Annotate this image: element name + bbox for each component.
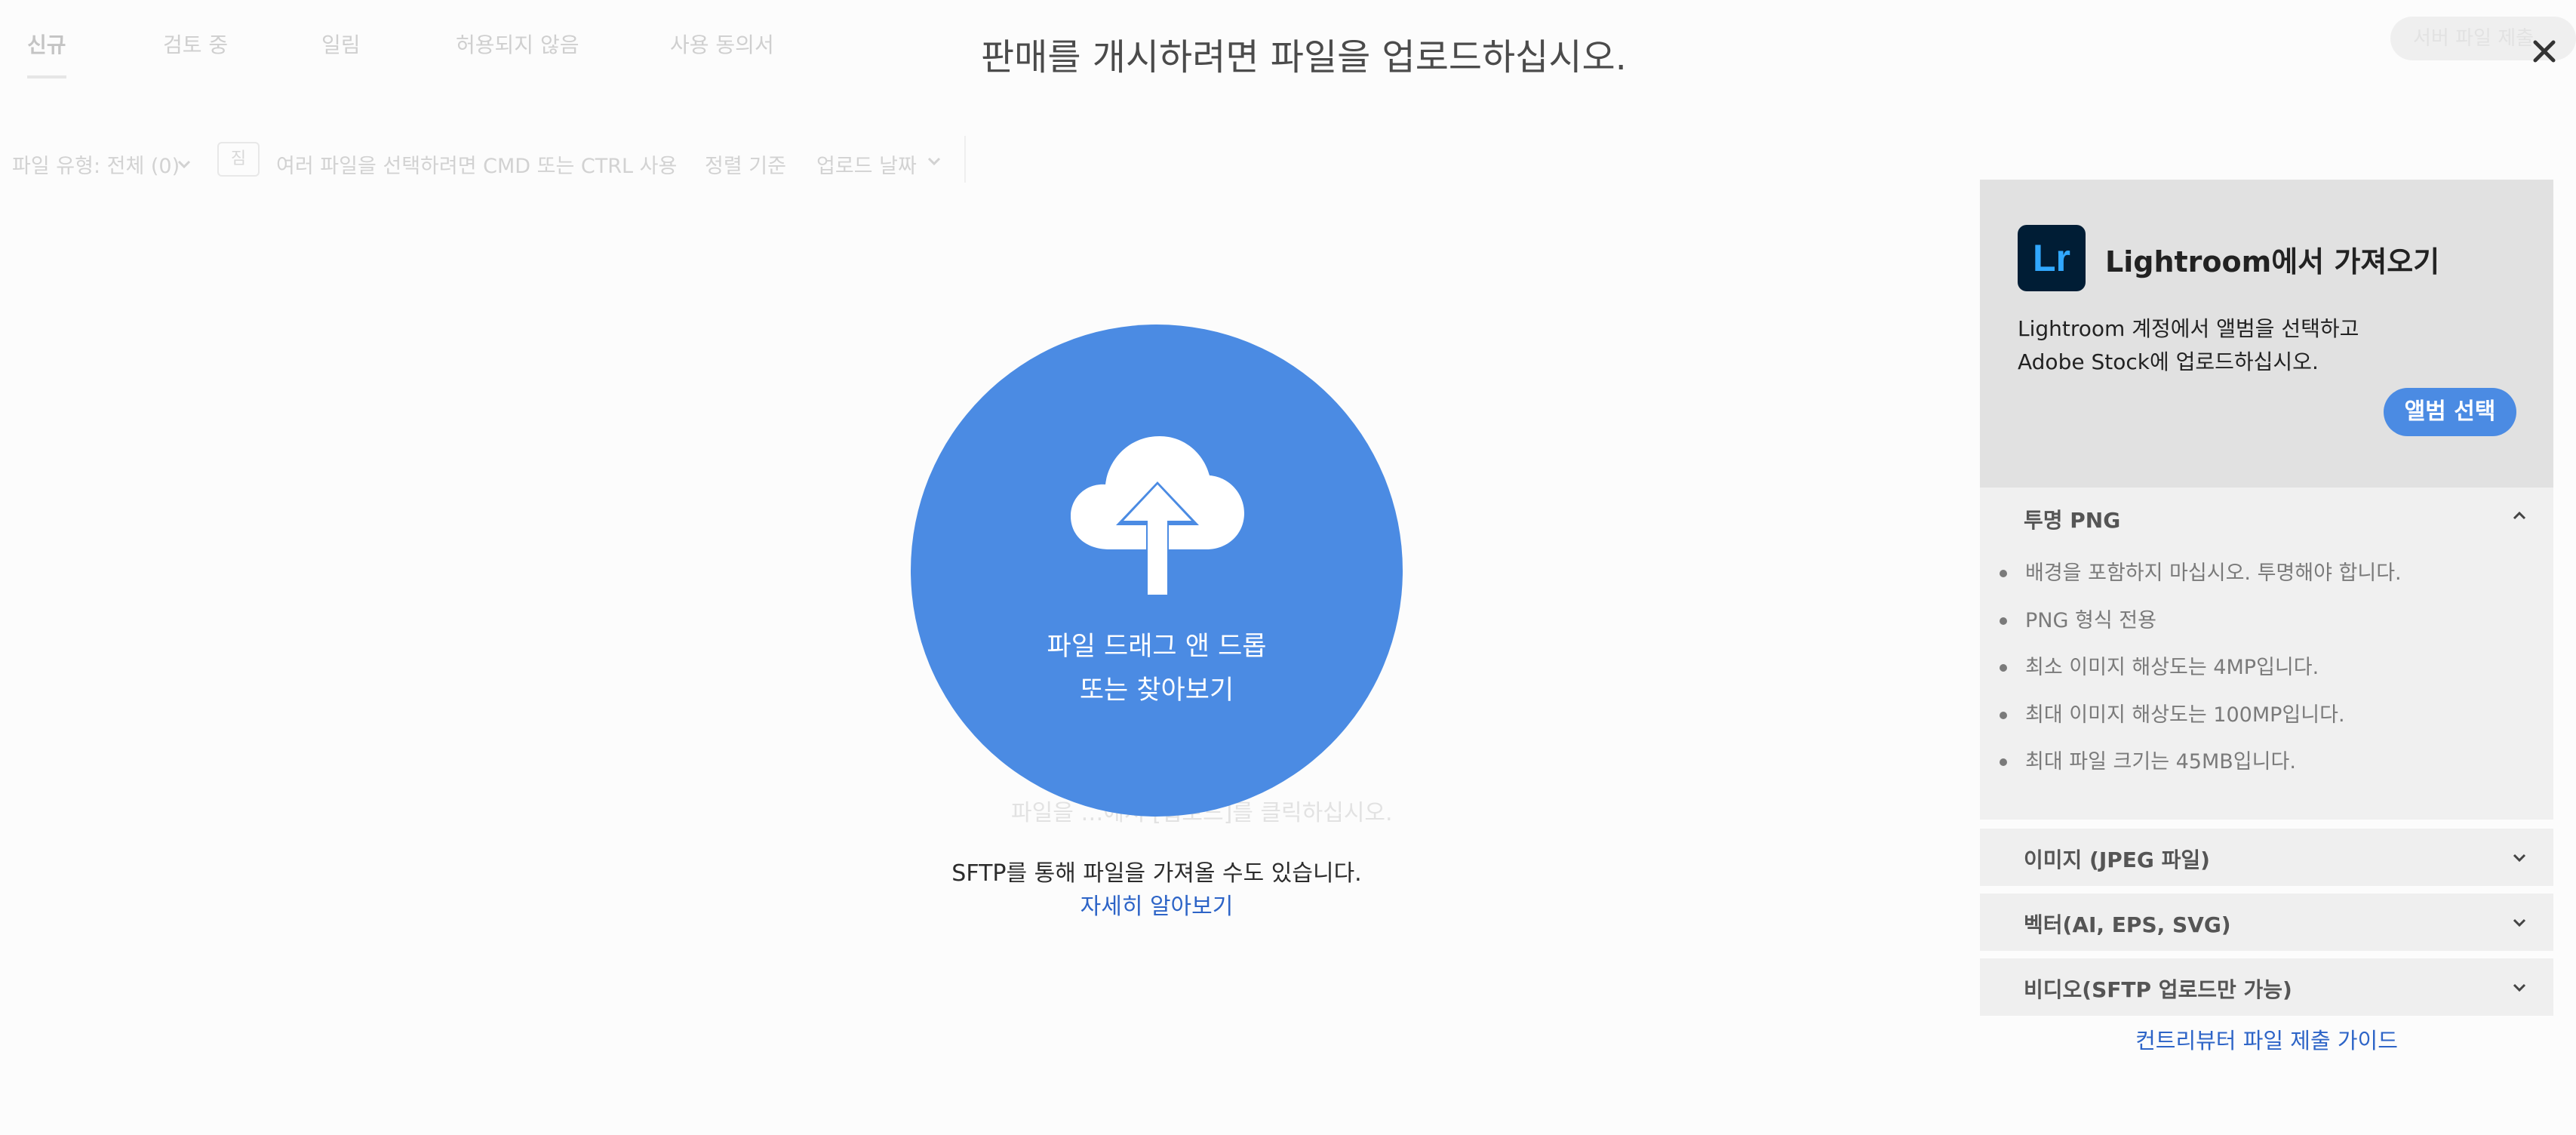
contributor-guide-link[interactable]: 컨트리뷰터 파일 제출 가이드	[1980, 1023, 2553, 1055]
accordion-vector[interactable]: 벡터(AI, EPS, SVG)	[1980, 894, 2553, 951]
lightroom-description: Lightroom 계정에서 앨범을 선택하고 Adobe Stock에 업로드…	[2018, 312, 2359, 379]
lightroom-description-line: Lightroom 계정에서 앨범을 선택하고	[2018, 316, 2359, 341]
list-item: 배경을 포함하지 마십시오. 투명해야 합니다.	[1997, 558, 2402, 606]
lightroom-description-line: Adobe Stock에 업로드하십시오.	[2018, 349, 2319, 374]
chevron-down-icon	[2513, 983, 2526, 992]
accordion-header-video: 비디오(SFTP 업로드만 가능)	[2024, 977, 2292, 1002]
bullet	[2000, 664, 2007, 672]
chevron-down-icon	[2513, 918, 2526, 927]
bullet	[2000, 617, 2007, 625]
sftp-note: SFTP를 통해 파일을 가져올 수도 있습니다.	[951, 860, 1362, 887]
sort-label: 정렬 기준	[705, 155, 786, 178]
accordion-header-jpeg: 이미지 (JPEG 파일)	[2024, 847, 2210, 872]
tab-releases[interactable]: 사용 동의서	[670, 29, 774, 59]
chevron-down-icon	[927, 157, 941, 166]
tab-not-accepted[interactable]: 허용되지 않음	[456, 29, 579, 59]
close-icon	[2533, 40, 2556, 63]
lightroom-logo: Lr	[2018, 225, 2086, 291]
tab-new[interactable]: 신규	[27, 29, 66, 59]
cloud-upload-icon	[1071, 436, 1244, 595]
upload-instruction: 파일 드래그 앤 드롭 또는 찾아보기	[1047, 632, 1267, 706]
multi-select-hint: 여러 파일을 선택하려면 CMD 또는 CTRL 사용	[276, 155, 678, 178]
list-item: 최대 파일 크기는 45MB입니다.	[1997, 747, 2402, 795]
accordion-transparent-png: 투명 PNG 배경을 포함하지 마십시오. 투명해야 합니다. PNG 형식 전…	[1980, 488, 2553, 820]
tab-notifications[interactable]: 일림	[321, 29, 361, 59]
bullet	[2000, 758, 2007, 766]
select-album-button[interactable]: 앨범 선택	[2384, 388, 2516, 436]
chevron-down-icon	[177, 160, 191, 169]
modal-title: 판매를 개시하려면 파일을 업로드하십시오.	[981, 36, 1627, 78]
tab-in-review[interactable]: 검토 중	[163, 29, 228, 59]
filter-divider	[964, 136, 966, 183]
accordion-video[interactable]: 비디오(SFTP 업로드만 가능)	[1980, 958, 2553, 1016]
sort-select[interactable]: 업로드 날짜	[816, 149, 917, 179]
lightroom-title: Lightroom에서 가져오기	[2105, 245, 2440, 278]
accordion-jpeg[interactable]: 이미지 (JPEG 파일)	[1980, 829, 2553, 886]
accordion-header-vector: 벡터(AI, EPS, SVG)	[2024, 912, 2231, 937]
list-item: 최소 이미지 해상도는 4MP입니다.	[1997, 653, 2402, 700]
upload-dropzone[interactable]: 파일 드래그 앤 드롭 또는 찾아보기	[911, 325, 1403, 817]
accordion-header-png[interactable]: 투명 PNG	[2024, 504, 2120, 534]
lightroom-import-card: Lr Lightroom에서 가져오기 Lightroom 계정에서 앨범을 선…	[1980, 180, 2553, 510]
bullet	[2000, 711, 2007, 719]
bullet	[2000, 570, 2007, 577]
list-item: PNG 형식 전용	[1997, 606, 2402, 654]
learn-more-link[interactable]: 자세히 알아보기	[905, 887, 1408, 921]
list-item: 최대 이미지 해상도는 100MP입니다.	[1997, 700, 2402, 748]
chevron-up-icon[interactable]	[2510, 506, 2529, 525]
active-tab-indicator	[27, 75, 66, 78]
close-button[interactable]	[2523, 30, 2565, 72]
png-requirements-list: 배경을 포함하지 마십시오. 투명해야 합니다. PNG 형식 전용 최소 이미…	[1997, 558, 2402, 795]
select-all-checkbox[interactable]: 짐	[217, 142, 260, 177]
chevron-down-icon	[2513, 854, 2526, 863]
file-type-filter[interactable]: 파일 유형: 전체 (0)	[12, 149, 180, 179]
